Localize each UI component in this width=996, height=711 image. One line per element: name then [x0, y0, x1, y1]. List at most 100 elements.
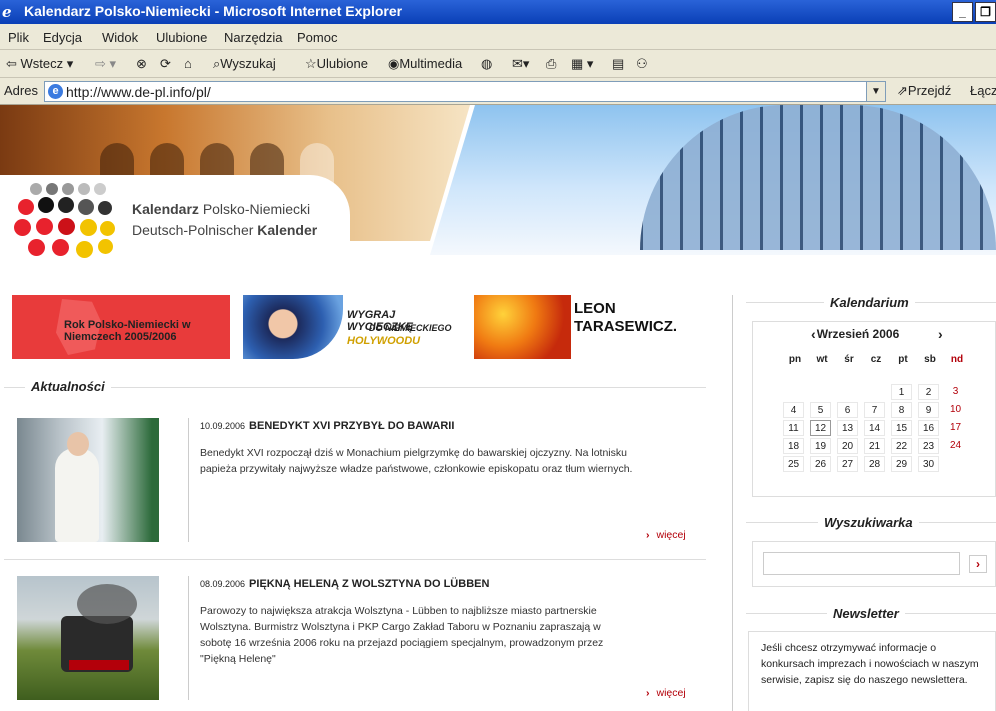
minimize-button[interactable]: _: [952, 2, 973, 22]
edit-icon[interactable]: ▦ ▾: [571, 56, 593, 72]
menu-widok[interactable]: Widok: [102, 30, 138, 45]
calendar-day[interactable]: 4: [783, 402, 804, 418]
calendar-day[interactable]: 15: [891, 420, 912, 436]
address-input[interactable]: e http://www.de-pl.info/pl/ ▼: [44, 81, 886, 102]
home-icon[interactable]: ⌂: [184, 56, 192, 71]
calendar-day[interactable]: 28: [864, 456, 885, 472]
day-header: wt: [816, 354, 828, 365]
column-divider: [732, 295, 733, 711]
calendar-day[interactable]: 16: [918, 420, 939, 436]
news-2-text: Parowozy to największa atrakcja Wolsztyn…: [200, 605, 604, 665]
calendar-day[interactable]: 1: [891, 384, 912, 400]
calendar-day[interactable]: 24: [945, 438, 966, 454]
calendar-day[interactable]: 26: [810, 456, 831, 472]
day-header: śr: [844, 354, 854, 365]
day-header: pt: [898, 354, 908, 365]
back-button[interactable]: ⇦ Wstecz ▾: [6, 56, 73, 72]
news-1-divider: [188, 418, 189, 542]
news-2-date: 08.09.2006: [200, 579, 246, 589]
stop-icon[interactable]: ⊗: [136, 56, 147, 72]
toolbar: ⇦ Wstecz ▾ ⇨ ▾ ⊗ ⟳ ⌂ ⌕Wyszukaj ☆Ulubione…: [0, 50, 996, 78]
news-1-date: 10.09.2006: [200, 421, 246, 431]
go-arrow-icon: ⇗: [897, 83, 908, 98]
search-box: ›: [752, 541, 996, 587]
links-label[interactable]: Łącz: [970, 83, 996, 98]
mail-icon[interactable]: ✉▾: [512, 56, 529, 72]
go-button[interactable]: ⇗Przejdź: [897, 83, 951, 99]
news-2-header[interactable]: 08.09.2006 PIĘKNĄ HELENĄ Z WOLSZTYNA DO L…: [200, 578, 489, 590]
news-separator: [4, 559, 706, 560]
ie-logo-icon: e: [2, 3, 12, 21]
menu-edycja[interactable]: Edycja: [43, 30, 82, 45]
calendar-day[interactable]: 17: [945, 420, 966, 436]
promo-wygraj-wycieczke[interactable]: WYGRAJ WYCIECZKĘ DO NIEMIECKIEGO HOLYWOO…: [243, 295, 463, 359]
calendar-day[interactable]: 11: [783, 420, 804, 436]
calendar-day[interactable]: 8: [891, 402, 912, 418]
promo-3-line2: TARASEWICZ.: [574, 318, 678, 335]
back-arrow-icon: ⇦: [6, 56, 17, 71]
media-button[interactable]: ◉Multimedia: [388, 56, 462, 72]
menu-narzedzia[interactable]: Narzędzia: [224, 30, 283, 45]
logo-title-pl: Kalendarz Polsko-Niemiecki: [132, 201, 311, 217]
search-button[interactable]: ⌕Wyszukaj: [213, 56, 276, 72]
promo-1-text: Rok Polsko-Niemiecki w Niemczech 2005/20…: [64, 319, 191, 343]
calendar-widget: ‹ Wrzesień 2006 › pn wt śr cz pt sb nd 1…: [752, 321, 996, 497]
promo-leon-tarasewicz[interactable]: LEON TARASEWICZ.: [474, 295, 700, 359]
calendar-day[interactable]: 14: [864, 420, 885, 436]
day-header-sunday: nd: [950, 354, 964, 365]
menu-plik[interactable]: Plik: [8, 30, 29, 45]
maximize-button[interactable]: ❐: [975, 2, 996, 22]
calendar-day-today[interactable]: 12: [810, 420, 831, 436]
promo-2-line3: HOLYWOODU: [347, 335, 421, 347]
search-input[interactable]: [763, 552, 960, 575]
calendar-day[interactable]: 29: [891, 456, 912, 472]
calendar-day[interactable]: 2: [918, 384, 939, 400]
calendar-month: Wrzesień 2006: [816, 327, 900, 341]
web-page: Kalendarz Polsko-Niemiecki Deutsch-Polni…: [0, 105, 996, 711]
news-2-more-link[interactable]: więcej: [646, 687, 686, 699]
forward-button[interactable]: ⇨ ▾: [95, 56, 116, 72]
calendar-day[interactable]: 6: [837, 402, 858, 418]
refresh-icon[interactable]: ⟳: [160, 56, 171, 72]
calendar-day[interactable]: 3: [945, 384, 966, 400]
calendar-day[interactable]: 18: [783, 438, 804, 454]
menu-ulubione[interactable]: Ulubione: [156, 30, 207, 45]
news-2-image[interactable]: [17, 576, 159, 700]
calendar-day[interactable]: 22: [891, 438, 912, 454]
calendar-day[interactable]: 19: [810, 438, 831, 454]
news-1-header[interactable]: 10.09.2006 BENEDYKT XVI PRZYBYŁ DO BAWARI…: [200, 420, 454, 432]
newsletter-text: Jeśli chcesz otrzymywać informacje o kon…: [748, 631, 996, 711]
calendar-day[interactable]: 7: [864, 402, 885, 418]
news-2-divider: [188, 576, 189, 700]
calendar-day[interactable]: 23: [918, 438, 939, 454]
calendar-next-button[interactable]: ›: [938, 326, 943, 342]
history-icon[interactable]: ◍: [481, 56, 492, 72]
calendar-day[interactable]: 9: [918, 402, 939, 418]
calendar-day[interactable]: 10: [945, 402, 966, 418]
calendar-day[interactable]: 20: [837, 438, 858, 454]
search-go-button[interactable]: ›: [969, 555, 987, 573]
menu-pomoc[interactable]: Pomoc: [297, 30, 337, 45]
address-dropdown-icon[interactable]: ▼: [866, 82, 885, 101]
news-1-title[interactable]: BENEDYKT XVI PRZYBYŁ DO BAWARII: [249, 420, 454, 432]
print-icon[interactable]: ⎙: [546, 56, 556, 72]
news-1-image[interactable]: [17, 418, 159, 542]
promo-rok-polsko-niemiecki[interactable]: Rok Polsko-Niemiecki w Niemczech 2005/20…: [12, 295, 230, 359]
news-1-more-link[interactable]: więcej: [646, 529, 686, 541]
messenger-icon[interactable]: ⚇: [636, 56, 648, 72]
address-url: http://www.de-pl.info/pl/: [66, 84, 211, 100]
calendar-day[interactable]: 5: [810, 402, 831, 418]
newsletter-heading: Newsletter: [827, 606, 905, 621]
calendar-day[interactable]: 30: [918, 456, 939, 472]
window-title: Kalendarz Polsko-Niemiecki - Microsoft I…: [24, 3, 403, 19]
calendar-day[interactable]: 27: [837, 456, 858, 472]
discuss-icon[interactable]: ▤: [612, 56, 624, 72]
news-2-title[interactable]: PIĘKNĄ HELENĄ Z WOLSZTYNA DO LÜBBEN: [249, 578, 489, 590]
calendar-day[interactable]: 13: [837, 420, 858, 436]
promo-2-image: [243, 295, 343, 359]
calendar-day[interactable]: 25: [783, 456, 804, 472]
calendar-day[interactable]: 21: [864, 438, 885, 454]
favorites-button[interactable]: ☆Ulubione: [305, 56, 368, 72]
day-header: cz: [870, 354, 882, 365]
day-header: sb: [924, 354, 936, 365]
